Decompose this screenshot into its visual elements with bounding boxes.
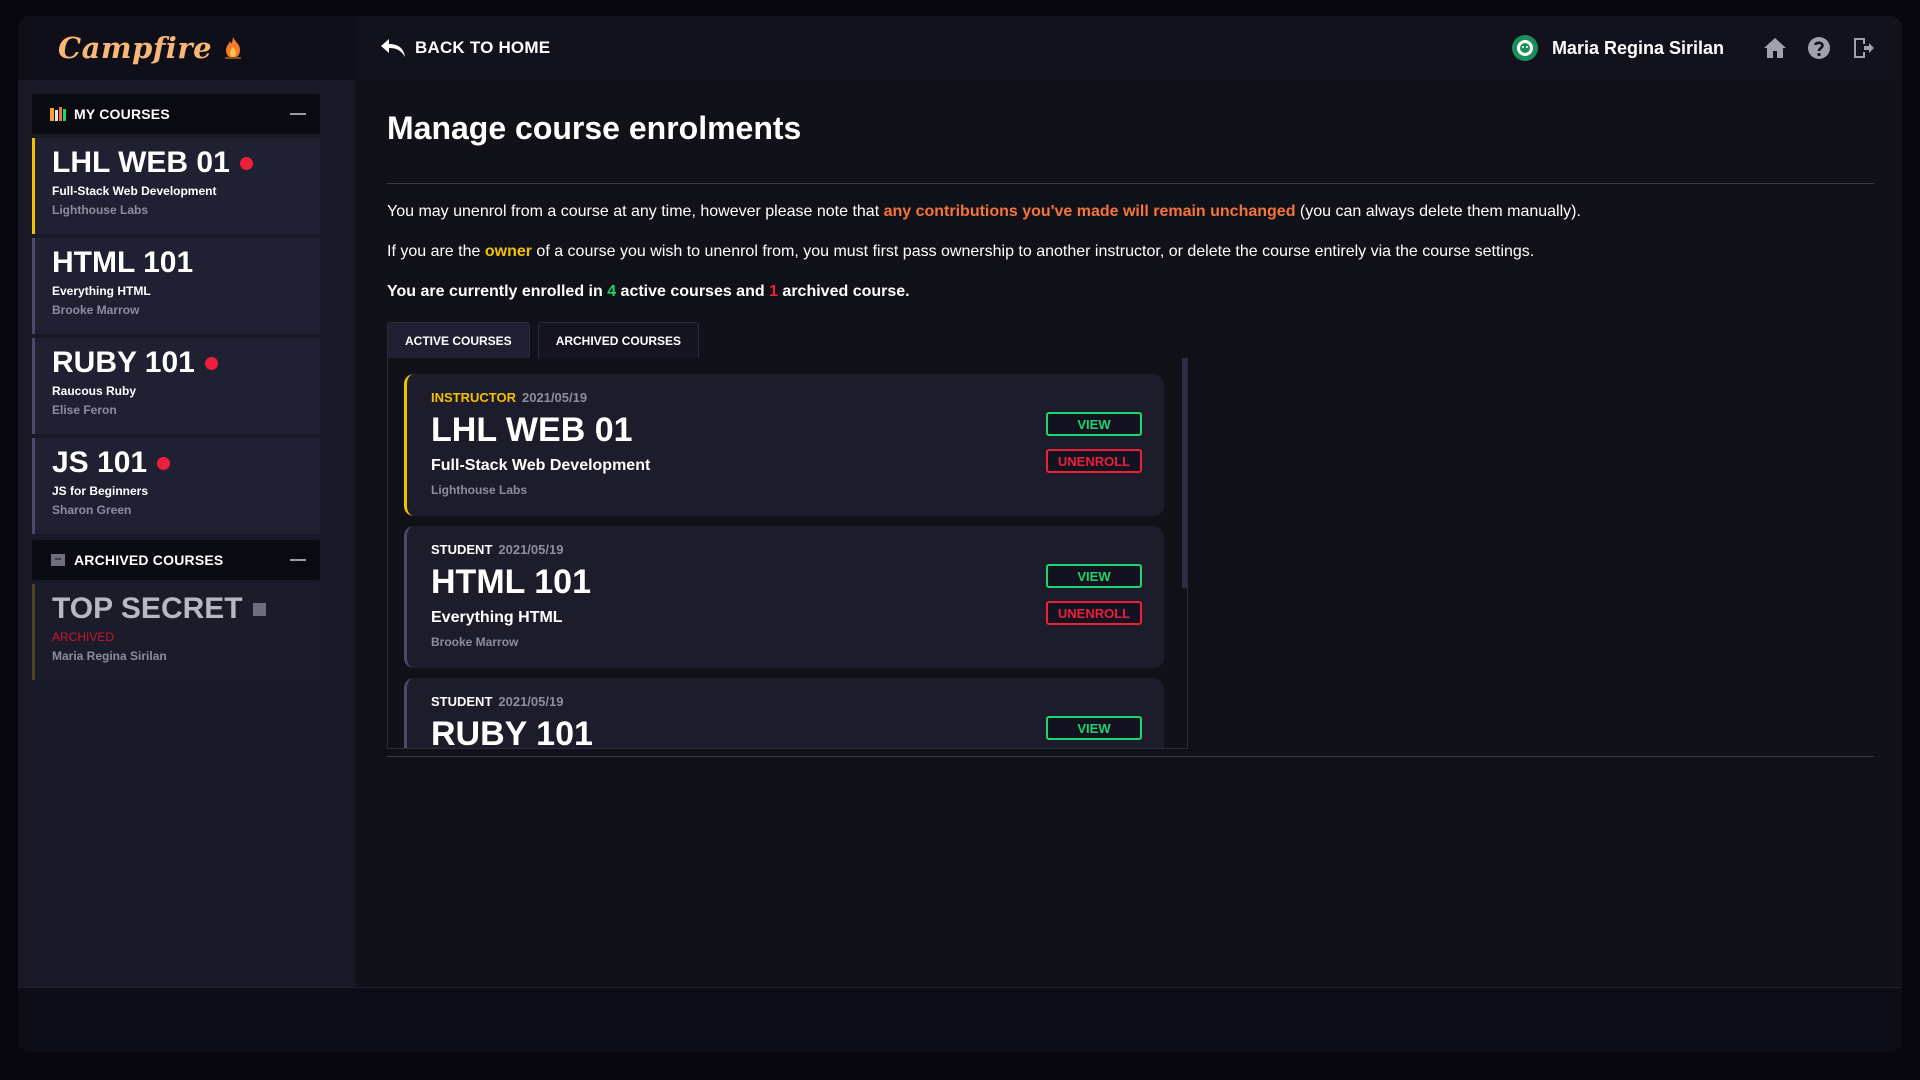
footer-band	[18, 987, 1902, 1052]
main-content: Manage course enrolments You may unenrol…	[355, 80, 1902, 988]
sidebar-course-title: RUBY 101	[52, 346, 320, 380]
sidebar-course-lhl-web-01[interactable]: LHL WEB 01 Full-Stack Web Development Li…	[32, 138, 320, 234]
card-meta: STUDENT 2021/05/19	[431, 542, 1164, 557]
divider	[387, 183, 1874, 184]
user-area: Maria Regina Sirilan	[1511, 35, 1876, 61]
scrollbar-thumb[interactable]	[1182, 358, 1187, 588]
sidebar-course-owner: Maria Regina Sirilan	[52, 649, 167, 663]
sidebar-course-title-text: TOP SECRET	[52, 592, 243, 625]
archived-count: 1	[769, 283, 778, 300]
p2-highlight: owner	[484, 243, 532, 260]
back-label: BACK TO HOME	[415, 38, 551, 57]
sidebar-course-org: Lighthouse Labs	[52, 203, 148, 217]
sidebar-course-title: TOP SECRET	[52, 592, 320, 626]
sidebar-course-title: HTML 101	[52, 246, 320, 280]
my-courses-label: MY COURSES	[74, 106, 170, 122]
sidebar-course-title-text: RUBY 101	[52, 346, 195, 379]
p1-highlight: any contributions you've made will remai…	[883, 203, 1296, 220]
logout-icon[interactable]	[1850, 35, 1876, 61]
brand-area: Campfire	[18, 16, 355, 80]
notification-dot-icon	[157, 456, 171, 470]
summary-text: active courses and	[616, 283, 770, 300]
archived-courses-header[interactable]: ARCHIVED COURSES	[32, 540, 320, 580]
info-paragraph-owner: If you are the owner of a course you wis…	[387, 243, 1534, 261]
sidebar: MY COURSES LHL WEB 01 Full-Stack Web Dev…	[18, 80, 355, 988]
notification-dot-icon	[204, 356, 218, 370]
campfire-logo[interactable]: Campfire	[58, 31, 212, 65]
info-paragraph-contributions: You may unenrol from a course at any tim…	[387, 203, 1581, 221]
sidebar-course-subtitle: Full-Stack Web Development	[52, 184, 217, 198]
sidebar-course-title-text: HTML 101	[52, 246, 194, 279]
sidebar-course-title-text: LHL WEB 01	[52, 146, 230, 179]
p2-text: If you are the	[387, 243, 485, 260]
p1-text: You may unenrol from a course at any tim…	[387, 203, 884, 220]
sidebar-course-html-101[interactable]: HTML 101 Everything HTML Brooke Marrow	[32, 238, 320, 334]
sidebar-course-title-text: JS 101	[52, 446, 148, 479]
sidebar-course-js-101[interactable]: JS 101 JS for Beginners Sharon Green	[32, 438, 320, 534]
avatar-face-icon	[1516, 40, 1533, 56]
back-arrow-icon	[381, 39, 405, 57]
enrolment-card: STUDENT 2021/05/19 HTML 101 Everything HT…	[404, 526, 1164, 668]
summary-text: archived course.	[777, 283, 910, 300]
sidebar-course-org: Elise Feron	[52, 403, 117, 417]
collapse-archived-icon[interactable]	[290, 559, 306, 561]
home-icon[interactable]	[1762, 35, 1788, 61]
enrolment-date: 2021/05/19	[521, 390, 588, 405]
back-to-home-link[interactable]: BACK TO HOME	[379, 36, 550, 60]
my-courses-header[interactable]: MY COURSES	[32, 94, 320, 134]
tab-active-courses[interactable]: ACTIVE COURSES	[387, 322, 530, 359]
help-icon[interactable]	[1806, 35, 1832, 61]
app-window: Campfire BACK TO HOME Maria Regina Siril…	[18, 16, 1902, 1052]
user-name[interactable]: Maria Regina Sirilan	[1552, 38, 1724, 59]
notification-dot-icon	[239, 156, 253, 170]
page-title: Manage course enrolments	[387, 110, 802, 146]
collapse-my-courses-icon[interactable]	[290, 113, 306, 115]
role-badge: STUDENT	[431, 694, 493, 709]
divider	[387, 756, 1874, 757]
unenroll-button[interactable]: UNENROLL	[1046, 449, 1142, 473]
role-badge: INSTRUCTOR	[431, 390, 516, 405]
sidebar-course-subtitle: Raucous Ruby	[52, 384, 137, 398]
books-icon	[50, 107, 66, 121]
view-button[interactable]: VIEW	[1046, 412, 1142, 436]
role-badge: STUDENT	[431, 542, 493, 557]
active-count: 4	[607, 283, 617, 300]
archive-box-icon	[51, 554, 65, 566]
avatar[interactable]	[1511, 35, 1538, 61]
view-button[interactable]: VIEW	[1046, 564, 1142, 588]
archive-icon	[252, 602, 266, 616]
unenroll-button[interactable]: UNENROLL	[1046, 601, 1142, 625]
sidebar-course-org: Sharon Green	[52, 503, 132, 517]
p2-text-after: of a course you wish to unenrol from, yo…	[531, 243, 1535, 260]
flame-icon	[225, 37, 242, 59]
card-org: Brooke Marrow	[431, 635, 519, 649]
card-meta: INSTRUCTOR 2021/05/19	[431, 390, 1164, 405]
view-button[interactable]: VIEW	[1046, 716, 1142, 740]
enrolment-card: STUDENT 2021/05/19 RUBY 101 VIEW	[404, 678, 1164, 748]
tab-archived-courses[interactable]: ARCHIVED COURSES	[537, 322, 700, 359]
sidebar-course-subtitle: Everything HTML	[52, 284, 151, 298]
course-tabs: ACTIVE COURSES ARCHIVED COURSES	[387, 322, 707, 359]
p1-text-after: (you can always delete them manually).	[1295, 203, 1581, 220]
enrolment-date: 2021/05/19	[498, 694, 564, 709]
sidebar-course-org: Brooke Marrow	[52, 303, 140, 317]
enrolment-list[interactable]: INSTRUCTOR 2021/05/19 LHL WEB 01 Full-Sta…	[387, 358, 1188, 749]
enrolment-card: INSTRUCTOR 2021/05/19 LHL WEB 01 Full-Sta…	[404, 374, 1164, 516]
archived-courses-label: ARCHIVED COURSES	[74, 552, 224, 568]
sidebar-course-ruby-101[interactable]: RUBY 101 Raucous Ruby Elise Feron	[32, 338, 320, 434]
top-header: BACK TO HOME Maria Regina Sirilan	[355, 16, 1902, 80]
card-org: Lighthouse Labs	[431, 483, 527, 497]
archived-status: ARCHIVED	[52, 630, 115, 644]
enrolment-date: 2021/05/19	[498, 542, 564, 557]
card-meta: STUDENT 2021/05/19	[431, 694, 1164, 709]
sidebar-course-top-secret[interactable]: TOP SECRET ARCHIVED Maria Regina Sirilan	[32, 584, 320, 680]
summary-text: You are currently enrolled in	[387, 283, 608, 300]
sidebar-course-title: LHL WEB 01	[52, 146, 320, 180]
enrolment-summary: You are currently enrolled in 4 active c…	[387, 283, 910, 301]
sidebar-course-title: JS 101	[52, 446, 320, 480]
sidebar-course-subtitle: JS for Beginners	[52, 484, 149, 498]
